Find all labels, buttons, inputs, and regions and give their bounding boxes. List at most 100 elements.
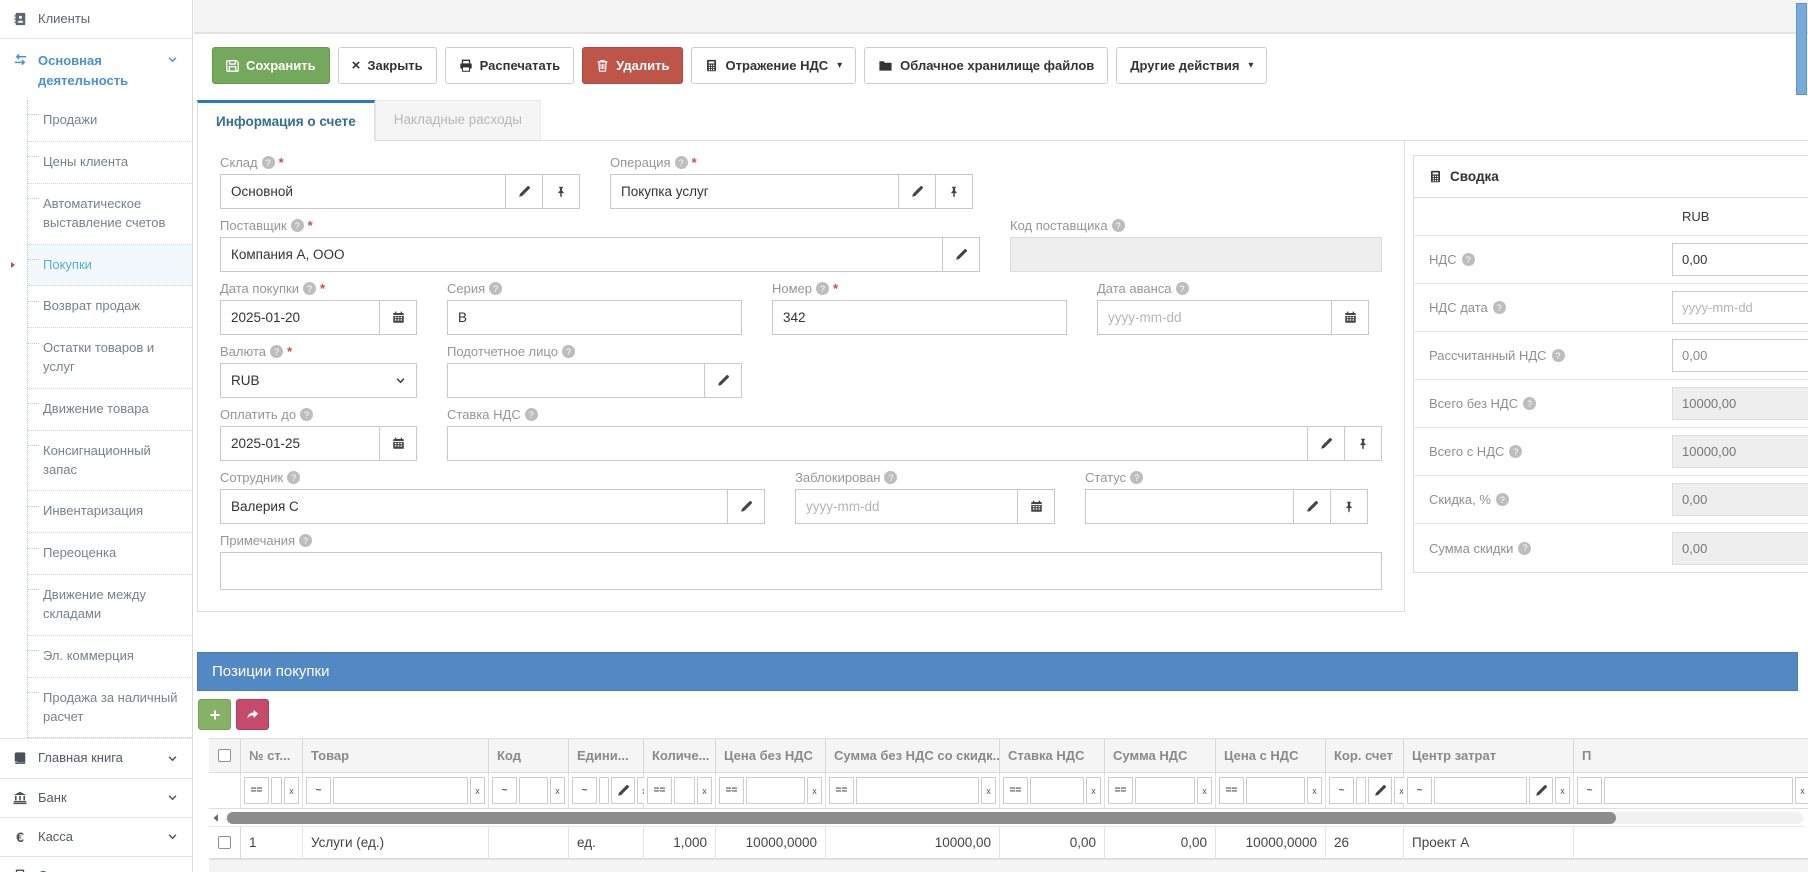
filter-input[interactable] [1030, 777, 1084, 804]
purchase-date-calendar-button[interactable] [380, 300, 417, 335]
horizontal-scrollbar[interactable] [209, 809, 1805, 827]
filter-edit-button[interactable] [1529, 777, 1553, 804]
filter-clear-button[interactable]: x [807, 777, 822, 804]
warehouse-pin-button[interactable] [543, 174, 580, 209]
sidebar-subitem[interactable]: Инвентаризация [28, 491, 192, 534]
filter-input[interactable] [599, 777, 609, 804]
filter-op-button[interactable]: == [719, 777, 744, 804]
pay-until-input[interactable] [220, 426, 380, 461]
status-input[interactable] [1085, 489, 1294, 524]
other-actions-button[interactable]: Другие действия ▾ [1116, 47, 1268, 84]
filter-op-button[interactable]: ~ [1329, 777, 1354, 804]
vat-rate-input[interactable] [447, 426, 1308, 461]
export-row-button[interactable] [236, 699, 269, 730]
save-button[interactable]: Сохранить [212, 47, 330, 84]
sidebar-group[interactable]: Отчеты [0, 857, 192, 872]
filter-clear-button[interactable]: x [981, 777, 996, 804]
employee-edit-button[interactable] [728, 489, 765, 524]
filter-edit-button[interactable] [611, 777, 635, 804]
filter-input[interactable] [1434, 777, 1527, 804]
filter-input[interactable] [1246, 777, 1305, 804]
status-pin-button[interactable] [1331, 489, 1368, 524]
add-row-button[interactable] [198, 699, 231, 730]
filter-input[interactable] [1356, 777, 1366, 804]
vscrollbar-thumb[interactable] [1796, 3, 1807, 95]
filter-clear-button[interactable]: x [284, 777, 299, 804]
sidebar-subitem[interactable]: Движение товара [28, 389, 192, 431]
sidebar-group-main-activity[interactable]: Основная деятельность [0, 39, 192, 100]
select-all-checkbox[interactable] [218, 749, 231, 762]
status-edit-button[interactable] [1294, 489, 1331, 524]
filter-input[interactable] [1604, 777, 1793, 804]
vertical-scrollbar[interactable] [1795, 0, 1808, 872]
sidebar-subitem[interactable]: Покупки [11, 244, 192, 287]
operation-input[interactable] [610, 174, 899, 209]
filter-op-button[interactable]: == [244, 777, 269, 804]
vat-input[interactable] [1672, 243, 1808, 276]
sidebar-item-clients[interactable]: Клиенты [0, 0, 192, 40]
advance-date-input[interactable] [1097, 300, 1332, 335]
delete-button[interactable]: Удалить [582, 47, 684, 84]
sidebar-group[interactable]: Главная книга [0, 738, 192, 779]
scroll-left-icon[interactable] [211, 813, 221, 823]
supplier-edit-button[interactable] [943, 237, 980, 272]
scrollbar-track[interactable] [225, 811, 1803, 824]
filter-op-button[interactable]: ~ [572, 777, 597, 804]
filter-input[interactable] [856, 777, 979, 804]
sidebar-subitem[interactable]: Переоценка [28, 533, 192, 576]
notes-textarea[interactable] [220, 552, 1382, 590]
filter-input[interactable] [746, 777, 805, 804]
filter-op-button[interactable]: == [647, 777, 672, 804]
filter-clear-button[interactable]: x [1307, 777, 1322, 804]
sidebar-subitem[interactable]: Остатки товаров и услуг [28, 328, 192, 389]
row-checkbox[interactable] [218, 836, 231, 849]
employee-input[interactable] [220, 489, 728, 524]
pay-until-calendar-button[interactable] [380, 426, 417, 461]
currency-select[interactable]: RUB [220, 363, 417, 398]
sidebar-subitem[interactable]: Консигнационный запас [28, 431, 192, 492]
operation-pin-button[interactable] [936, 174, 973, 209]
filter-op-button[interactable]: == [829, 777, 854, 804]
purchase-date-input[interactable] [220, 300, 380, 335]
number-input[interactable] [772, 300, 1067, 335]
sidebar-group[interactable]: € Касса [0, 818, 192, 857]
filter-op-button[interactable]: == [1003, 777, 1028, 804]
sidebar-group[interactable]: Банк [0, 779, 192, 818]
advance-date-calendar-button[interactable] [1332, 300, 1369, 335]
filter-input[interactable] [519, 777, 548, 804]
operation-edit-button[interactable] [899, 174, 936, 209]
sidebar-subitem[interactable]: Эл. коммерция [28, 636, 192, 678]
warehouse-edit-button[interactable] [506, 174, 543, 209]
vat-reflection-button[interactable]: Отражение НДС ▾ [691, 47, 857, 84]
calculated-vat-input[interactable] [1672, 339, 1808, 372]
sidebar-subitem[interactable]: Продажа за наличный расчет [28, 678, 192, 739]
filter-op-button[interactable]: ~ [306, 777, 331, 804]
vat-rate-pin-button[interactable] [1345, 426, 1382, 461]
cloud-storage-button[interactable]: Облачное хранилище файлов [864, 47, 1109, 84]
scrollbar-thumb[interactable] [227, 811, 1616, 824]
filter-clear-button[interactable]: x [697, 777, 712, 804]
filter-input[interactable] [271, 777, 282, 804]
blocked-date-input[interactable] [795, 489, 1018, 524]
filter-op-button[interactable]: ~ [1407, 777, 1432, 804]
blocked-date-calendar-button[interactable] [1018, 489, 1055, 524]
warehouse-input[interactable] [220, 174, 506, 209]
filter-op-button[interactable]: == [1108, 777, 1133, 804]
filter-clear-button[interactable]: x [1086, 777, 1101, 804]
filter-clear-button[interactable]: x [550, 777, 565, 804]
tab-0[interactable]: Информация о счете [197, 100, 375, 141]
filter-op-button[interactable]: ~ [1577, 777, 1602, 804]
filter-clear-button[interactable]: x [1555, 777, 1570, 804]
filter-op-button[interactable]: == [1219, 777, 1244, 804]
filter-clear-button[interactable]: x [1197, 777, 1212, 804]
sidebar-subitem[interactable]: Возврат продаж [28, 286, 192, 329]
filter-edit-button[interactable] [1368, 777, 1392, 804]
filter-op-button[interactable]: ~ [492, 777, 517, 804]
series-input[interactable] [447, 300, 742, 335]
close-button[interactable]: × Закрыть [337, 47, 437, 84]
accountable-person-edit-button[interactable] [705, 363, 742, 398]
tab-1[interactable]: Накладные расходы [374, 100, 541, 140]
accountable-person-input[interactable] [447, 363, 705, 398]
sidebar-subitem[interactable]: Движение между складами [28, 575, 192, 636]
print-button[interactable]: Распечатать [444, 47, 575, 84]
